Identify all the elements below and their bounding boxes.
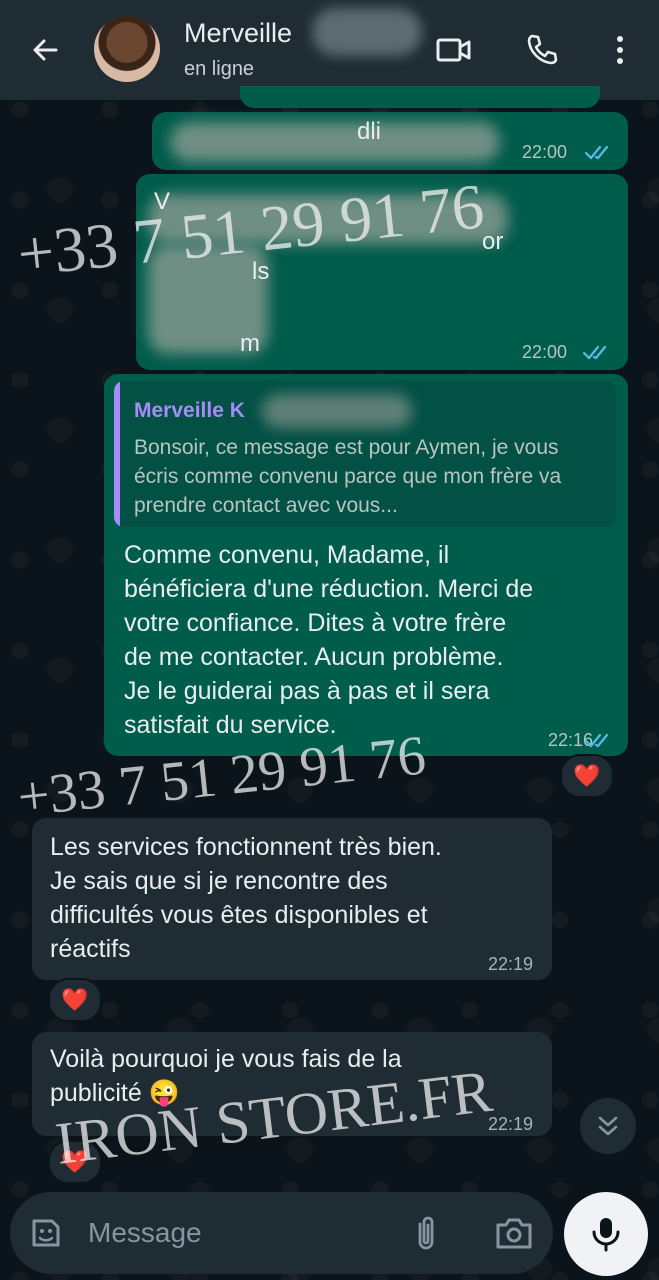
message-bubble-partial[interactable] [240,86,600,108]
message-line: Comme convenu, Madame, il [124,541,450,569]
contact-status: en ligne [184,58,255,80]
message-text: Comme convenu, Madame, il bénéficiera d'… [124,538,533,742]
message-line: de me contacter. Aucun problème. [124,643,504,671]
voice-record-button[interactable] [564,1192,648,1276]
double-check-icon [584,144,614,162]
chevron-double-down-icon [580,1098,636,1154]
scroll-to-bottom-button[interactable] [580,1098,636,1154]
message-time: 22:19 [488,954,534,974]
message-fragment: m [240,330,260,357]
contact-name[interactable]: Merveille [184,18,292,49]
message-line: Les services fonctionnent très bien. [50,833,442,861]
phone-call-icon[interactable] [522,30,562,70]
message-line: réactifs [50,935,131,963]
message-composer[interactable]: Message [10,1192,553,1274]
message-input[interactable]: Message [88,1217,202,1249]
message-bubble-outgoing[interactable]: dli 22:00 [152,112,628,170]
attach-icon[interactable] [408,1214,444,1252]
redaction-blur [262,394,412,428]
message-line: Je sais que si je rencontre des [50,867,388,895]
chat-header: Merveille en ligne [0,0,659,100]
message-line: difficultés vous êtes disponibles et [50,901,428,929]
heart-reaction[interactable]: ❤️ [48,978,102,1022]
message-line: bénéficiera d'une réduction. Merci de [124,575,534,603]
redaction-blur [170,122,500,162]
quote-text: Bonsoir, ce message est pour Aymen, je v… [134,436,562,517]
message-line: Je le guiderai pas à pas et il sera [124,677,490,705]
message-time: 22:00 [522,142,568,162]
message-line: votre confiance. Dites à votre frère [124,609,507,637]
back-arrow-icon[interactable] [26,30,66,70]
quote-accent-bar [114,381,120,527]
message-fragment: dli [357,118,382,145]
double-check-icon [582,344,612,362]
double-check-icon [584,732,614,750]
more-vert-icon[interactable] [600,30,640,70]
heart-reaction[interactable]: ❤️ [560,754,614,798]
camera-icon[interactable] [494,1215,534,1251]
video-call-icon[interactable] [434,30,474,70]
mic-icon [588,1214,624,1254]
message-time: 22:00 [522,342,568,362]
avatar[interactable] [94,16,160,82]
sticker-icon[interactable] [28,1215,64,1251]
quote-author: Merveille K [134,399,245,422]
name-redaction [312,8,422,56]
message-line: Voilà pourquoi je vous fais de la [50,1045,402,1073]
message-text: Les services fonctionnent très bien. Je … [50,830,442,966]
